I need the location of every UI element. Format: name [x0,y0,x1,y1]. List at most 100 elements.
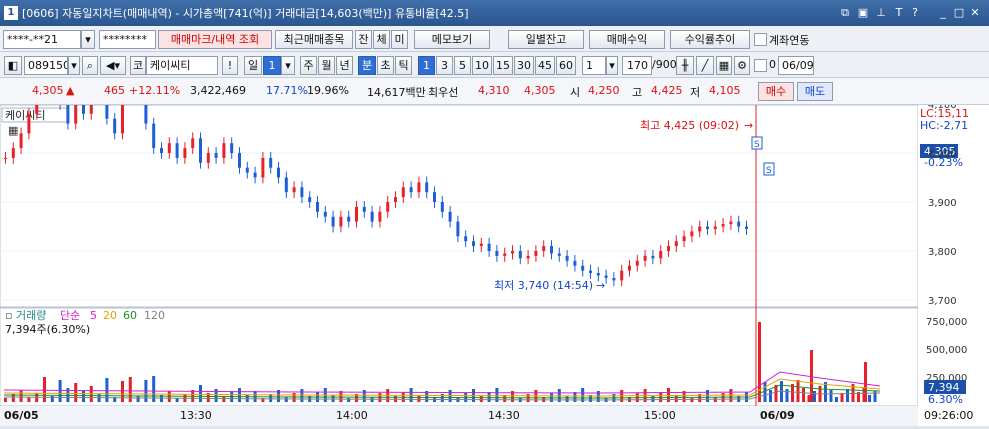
candle-body [674,241,678,247]
volume-bar [769,390,772,402]
period-select[interactable]: 1 [582,56,606,75]
password-field[interactable]: ******** [99,30,156,49]
daily-count-dropdown-icon[interactable]: ▾ [281,56,295,75]
low-price: 4,105 [709,84,741,97]
candle-body [667,246,670,251]
recent-trades-button[interactable]: 최근매매종목 [275,30,353,49]
candle-body [316,202,319,212]
stock-name-field[interactable]: 케이씨티 [146,56,218,75]
candle-body [643,255,647,261]
minimize-icon[interactable]: _ [936,6,950,20]
trade-mark-query-button[interactable]: 매매마크/내역 조회 [158,30,272,49]
ma60-label: 60 [123,309,137,322]
period-button-10[interactable]: 10 [472,56,492,75]
ma-type-label: 단순 [60,309,80,322]
layout-icon[interactable]: ▣ [856,6,870,20]
candle-body [152,123,156,149]
volume-bar [846,389,849,402]
unfilled-button[interactable]: 미 [391,30,408,49]
grid-icon[interactable]: ▦ [716,56,732,75]
balance-button[interactable]: 잔 [355,30,372,49]
trade-profit-button[interactable]: 매매수익 [589,30,665,49]
price-volume-chart[interactable]: 케이씨티 ▦ LC:15,11 HC:-2,71 4,305 -0.23% 4,… [0,0,989,426]
period-dropdown-icon[interactable]: ▾ [606,56,618,75]
candle-body [729,221,733,225]
candle-body [682,236,686,242]
best-bid: 4,305 [524,84,556,97]
close-icon[interactable]: ✕ [968,6,982,20]
candle-body [425,182,429,193]
filled-button[interactable]: 체 [373,30,390,49]
second-button[interactable]: 초 [377,56,394,75]
pin-icon[interactable]: ⊥ [874,6,888,20]
account-select[interactable]: ****-**21 [3,30,81,49]
period-button-1[interactable]: 1 [418,56,435,75]
account-link-checkbox[interactable] [754,33,767,46]
alert-button[interactable]: ! [222,56,238,75]
bar-count-input[interactable]: 170 [622,56,652,75]
volume-bar [690,398,694,402]
time-label-0605: 06/05 [4,409,39,422]
chart-area[interactable]: 케이씨티 ▦ LC:15,11 HC:-2,71 4,305 -0.23% 4,… [0,0,989,426]
return-trend-button[interactable]: 수익률추이 [670,30,750,49]
layout-toggle-icon[interactable]: ◧ [4,56,22,75]
monthly-button[interactable]: 월 [318,56,335,75]
link-icon[interactable]: ⧉ [838,6,852,20]
period-button-15[interactable]: 15 [493,56,513,75]
sell-button[interactable]: 매도 [797,82,833,101]
volume-bar [763,382,767,402]
sound-icon[interactable]: ◀▾ [100,56,126,75]
date-checkbox[interactable] [754,59,767,72]
account-toolbar: ****-**21 ▾ ******** 매매마크/내역 조회 최근매매종목 잔… [0,26,989,52]
candle-body [557,253,561,256]
text-icon[interactable]: T [892,6,906,20]
volume-bar [433,398,436,402]
price-axis-label: 3,700 [928,296,957,307]
candle-type-icon[interactable]: ╫ [676,56,694,75]
account-dropdown-icon[interactable]: ▾ [81,30,95,49]
settings-gear-icon[interactable]: ⚙ [734,56,750,75]
time-label-1500: 15:00 [644,409,676,422]
maximize-icon[interactable]: □ [952,6,966,20]
candle-body [160,148,163,153]
yearly-button[interactable]: 년 [336,56,353,75]
buy-button[interactable]: 매수 [758,82,794,101]
candle-body [612,277,616,281]
daily-balance-button[interactable]: 일별잔고 [508,30,584,49]
candle-body [433,192,436,202]
period-button-5[interactable]: 5 [454,56,471,75]
draw-tool-icon[interactable]: ╱ [696,56,714,75]
help-icon[interactable]: ? [908,6,922,20]
calendar-icon[interactable]: ▦ [8,124,18,137]
daily-period-button[interactable]: 일 [244,56,262,75]
search-icon[interactable]: ⌕ [82,56,98,75]
period-button-30[interactable]: 30 [514,56,534,75]
daily-count-value[interactable]: 1 [263,56,281,75]
candle-body [121,99,124,134]
period-button-3[interactable]: 3 [436,56,453,75]
tick-button[interactable]: 틱 [395,56,412,75]
weekly-button[interactable]: 주 [300,56,317,75]
candle-body [401,187,405,198]
candle-body [635,260,639,266]
candle-body [542,246,546,251]
bar-count-total: /900 [652,58,677,71]
candle-body [448,211,452,222]
code-dropdown-icon[interactable]: ▾ [68,56,80,75]
period-button-45[interactable]: 45 [535,56,555,75]
date-input[interactable]: 06/09 [778,56,814,75]
volume-bar [339,391,343,402]
open-price: 4,250 [588,84,620,97]
candle-body [706,226,709,229]
candle-body [191,138,195,149]
candle-body [144,94,148,124]
market-badge[interactable]: 코 [130,56,146,75]
ma120-label: 120 [144,309,165,322]
volume-bar [284,397,288,402]
price-axis-label: 3,800 [928,247,957,258]
memo-button[interactable]: 메모보기 [414,30,490,49]
stock-code-input[interactable]: 089150 [24,56,68,75]
period-button-60[interactable]: 60 [556,56,576,75]
high-annotation: 최고 4,425 (09:02) [640,119,739,132]
minute-button[interactable]: 분 [358,56,376,75]
